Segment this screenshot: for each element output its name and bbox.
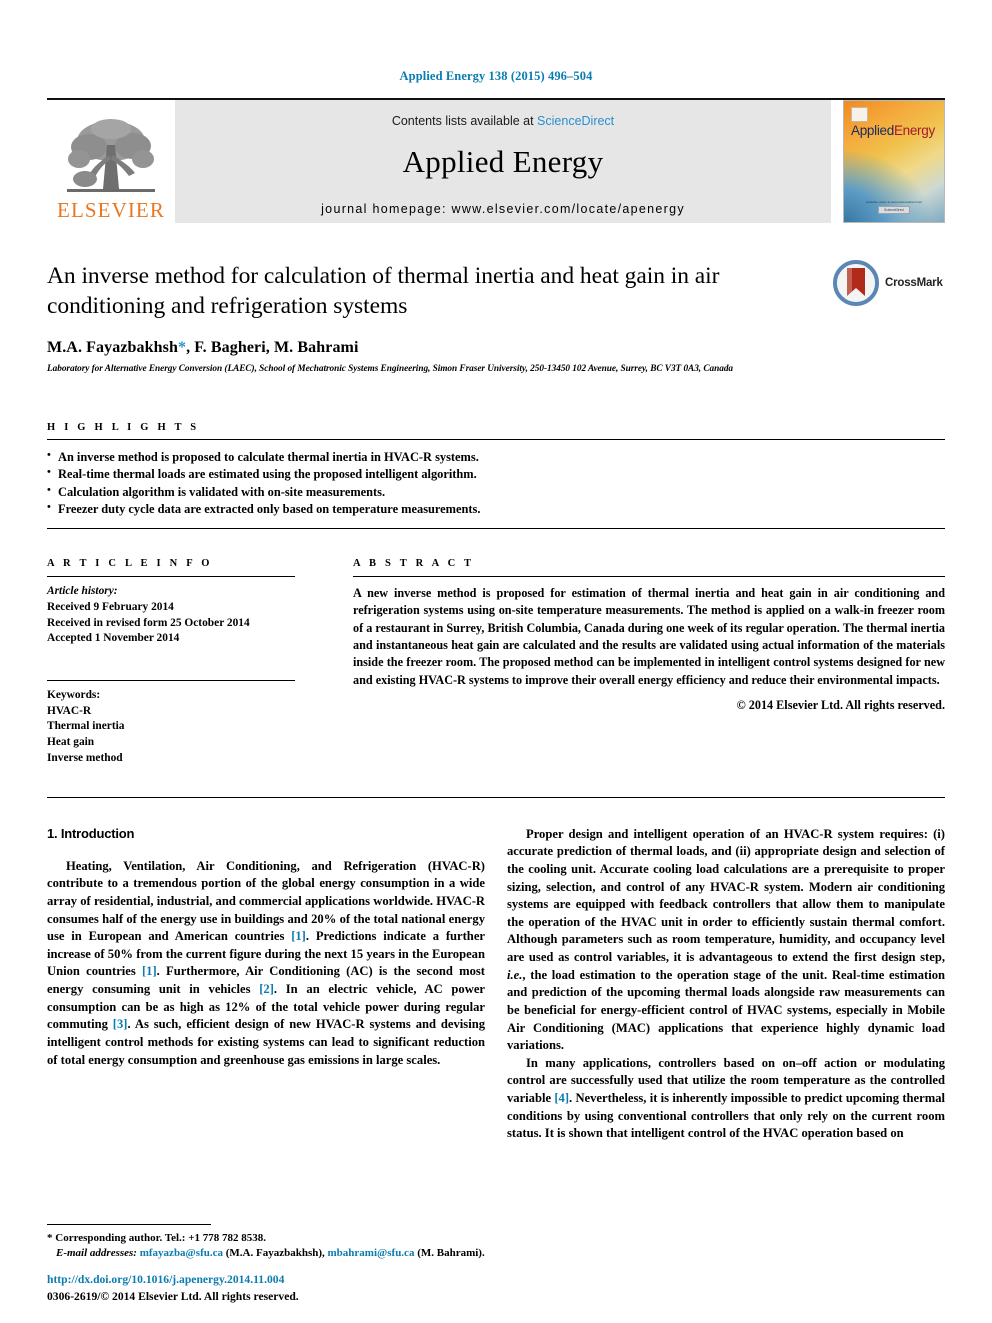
page-title: An inverse method for calculation of the… (47, 263, 720, 320)
article-history-accepted: Accepted 1 November 2014 (47, 632, 180, 645)
citation-link[interactable]: [3] (113, 1017, 128, 1031)
paragraph: Proper design and intelligent operation … (507, 826, 945, 1055)
elsevier-wordmark: ELSEVIER (57, 198, 165, 222)
masthead-center: Contents lists available at ScienceDirec… (175, 100, 831, 223)
issn-copyright-line: 0306-2619/© 2014 Elsevier Ltd. All right… (47, 1289, 299, 1303)
abstract-text: A new inverse method is proposed for est… (353, 586, 945, 687)
text-run: i.e. (507, 967, 523, 982)
citation-link[interactable]: [1] (291, 929, 306, 943)
running-head: Applied Energy 138 (2015) 496–504 (399, 69, 593, 83)
article-history-received: Received 9 February 2014 (47, 600, 174, 613)
footnote-rule (47, 1224, 211, 1226)
text-run: , the load estimation to the operation s… (507, 967, 945, 1053)
section-heading-introduction: 1. Introduction (47, 825, 135, 841)
elsevier-tree-icon (67, 119, 155, 192)
article-history-block: Article history: Received 9 February 201… (47, 577, 295, 647)
corresponding-author-note: * Corresponding author. Tel.: +1 778 782… (47, 1232, 266, 1245)
cover-title: AppliedEnergy (851, 123, 935, 138)
contents-list-line: Contents lists available at ScienceDirec… (392, 114, 614, 128)
text-run: . Nevertheless, it is inherently impossi… (507, 1091, 945, 1141)
keyword-item: Heat gain (47, 736, 95, 749)
list-item: Calculation algorithm is validated with … (47, 483, 945, 502)
citation-link[interactable]: [1] (142, 964, 157, 978)
elsevier-logo: ELSEVIER (47, 100, 175, 223)
crossmark-icon (833, 260, 879, 306)
citation-link[interactable]: [4] (554, 1091, 569, 1105)
journal-homepage[interactable]: journal homepage: www.elsevier.com/locat… (321, 202, 685, 216)
body-column-left: 1. Introduction Heating, Ventilation, Ai… (47, 826, 485, 1143)
highlights-list: An inverse method is proposed to calcula… (47, 440, 945, 519)
abstract-section: A B S T R A C T A new inverse method is … (353, 558, 945, 767)
article-page: Applied Energy 138 (2015) 496–504 ELSEVI… (0, 0, 992, 1323)
body-column-right: Proper design and intelligent operation … (507, 826, 945, 1143)
cover-mini-logo (851, 107, 868, 122)
list-item: Freezer duty cycle data are extracted on… (47, 500, 945, 519)
cover-footer: Available online at www.sciencedirect.co… (844, 200, 944, 214)
crossmark-badge[interactable]: CrossMark (833, 259, 945, 307)
body-separator-rule (47, 796, 945, 798)
article-info-section: A R T I C L E I N F O Article history: R… (47, 558, 295, 767)
article-info-heading: A R T I C L E I N F O (47, 558, 213, 570)
email-addresses-note: E-mail addresses: mfayazba@sfu.ca (M.A. … (56, 1247, 485, 1260)
doi-block: http://dx.doi.org/10.1016/j.apenergy.201… (47, 1272, 485, 1305)
paragraph: Heating, Ventilation, Air Conditioning, … (47, 858, 485, 1070)
journal-masthead: ELSEVIER Contents lists available at Sci… (47, 98, 945, 223)
footnote-block: * Corresponding author. Tel.: +1 778 782… (47, 1224, 485, 1261)
info-abstract-row: A R T I C L E I N F O Article history: R… (47, 558, 945, 767)
cover-title-energy: Energy (893, 123, 935, 138)
list-item: An inverse method is proposed to calcula… (47, 448, 945, 467)
body-columns: 1. Introduction Heating, Ventilation, Ai… (47, 826, 945, 1143)
keyword-item: Thermal inertia (47, 720, 125, 733)
text-run: Proper design and intelligent operation … (507, 826, 945, 965)
keywords-block: Keywords: HVAC-R Thermal inertia Heat ga… (47, 681, 295, 767)
abstract-heading: A B S T R A C T (353, 558, 475, 570)
highlights-section: H I G H L I G H T S An inverse method is… (47, 421, 945, 530)
list-item: Real-time thermal loads are estimated us… (47, 465, 945, 484)
affiliation: Laboratory for Alternative Energy Conver… (47, 363, 734, 374)
crossmark-label: CrossMark (885, 277, 943, 289)
keywords-label: Keywords: (47, 689, 101, 701)
title-block: An inverse method for calculation of the… (47, 259, 945, 374)
citation-link[interactable]: [2] (259, 982, 274, 996)
email-addresses-label: E-mail addresses: (56, 1247, 137, 1260)
article-history-revised: Received in revised form 25 October 2014 (47, 616, 250, 629)
abstract-copyright: © 2014 Elsevier Ltd. All rights reserved… (736, 698, 945, 713)
keyword-item: HVAC-R (47, 704, 92, 717)
authors-remaining: , F. Bagheri, M. Bahrami (186, 338, 359, 356)
journal-cover-thumbnail: AppliedEnergy Available online at www.sc… (843, 100, 945, 223)
keyword-item: Inverse method (47, 751, 123, 764)
highlights-bottom-rule (47, 528, 945, 530)
article-history-label: Article history: (47, 585, 118, 598)
cover-footer-badge: ScienceDirect (878, 206, 910, 214)
cover-title-applied: Applied (851, 123, 894, 138)
email-link-1[interactable]: mfayazba@sfu.ca (140, 1247, 223, 1259)
email-name-2: (M. Bahrami). (417, 1247, 485, 1260)
contents-prefix: Contents lists available at (391, 114, 538, 128)
doi-link[interactable]: http://dx.doi.org/10.1016/j.apenergy.201… (47, 1272, 485, 1288)
paragraph: In many applications, controllers based … (507, 1055, 945, 1143)
email-name-1: (M.A. Fayazbakhsh) (225, 1247, 323, 1260)
journal-title: Applied Energy (402, 144, 604, 179)
cover-footer-caption: Available online at www.sciencedirect.co… (865, 200, 923, 204)
highlights-heading: H I G H L I G H T S (47, 421, 200, 433)
email-link-2[interactable]: mbahrami@sfu.ca (328, 1247, 415, 1259)
sciencedirect-link[interactable]: ScienceDirect (537, 114, 614, 128)
author-list: M.A. Fayazbakhsh*, F. Bagheri, M. Bahram… (47, 339, 945, 357)
corresponding-author-marker: * (177, 338, 187, 356)
author-first: M.A. Fayazbakhsh (47, 338, 178, 356)
